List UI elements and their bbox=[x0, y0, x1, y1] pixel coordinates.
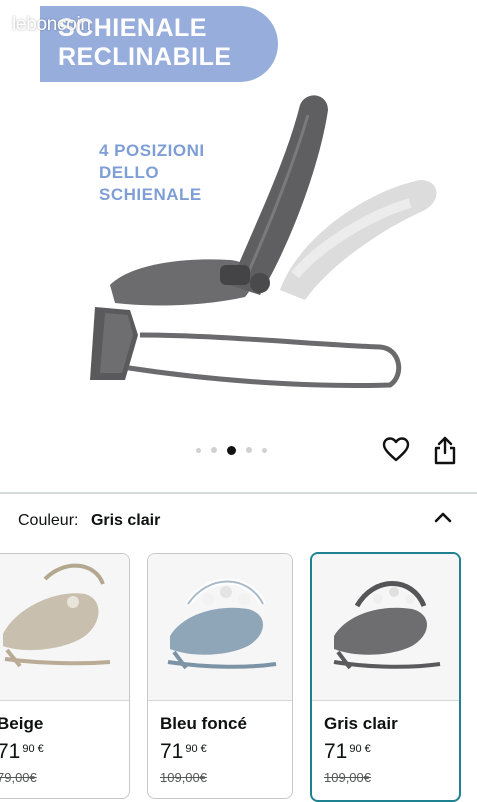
bouncer-thumbnail bbox=[3, 563, 111, 668]
card-separator bbox=[0, 700, 129, 701]
variant-card-beige[interactable]: Beige 7190 € 79,00€ bbox=[0, 553, 130, 799]
price-integer: 71 bbox=[324, 740, 348, 763]
color-selector-header[interactable]: Couleur: Gris clair bbox=[18, 512, 160, 530]
variant-old-price: 109,00€ bbox=[160, 770, 207, 785]
variant-image bbox=[312, 554, 459, 700]
carousel-dot[interactable] bbox=[262, 447, 267, 453]
variant-image bbox=[148, 554, 292, 700]
carousel-dot[interactable] bbox=[211, 447, 217, 453]
chevron-up-icon[interactable] bbox=[432, 508, 454, 526]
variant-old-price: 79,00€ bbox=[0, 770, 37, 785]
bouncer-illustration bbox=[90, 95, 437, 388]
variant-price: 7190 € bbox=[0, 740, 44, 764]
card-separator bbox=[312, 700, 459, 701]
card-separator bbox=[148, 700, 292, 701]
carousel-indicator[interactable] bbox=[196, 445, 267, 455]
price-integer: 71 bbox=[0, 740, 21, 763]
variant-name: Gris clair bbox=[324, 714, 398, 733]
carousel-dot-active[interactable] bbox=[227, 445, 236, 455]
price-integer: 71 bbox=[160, 740, 184, 763]
variant-card-bleu-fonce[interactable]: Bleu foncé 71 90 € 109,00€ bbox=[147, 553, 293, 799]
bouncer-thumbnail bbox=[167, 578, 277, 670]
variant-old-price: 109,00€ bbox=[324, 770, 371, 785]
price-decimal: 90 € bbox=[185, 743, 207, 755]
heart-icon[interactable] bbox=[382, 436, 410, 464]
variant-name: Beige bbox=[0, 714, 44, 733]
bouncer-thumbnail bbox=[333, 581, 441, 670]
color-label: Couleur: bbox=[18, 512, 79, 529]
variant-price: 7190 € bbox=[324, 740, 371, 764]
price-decimal: 90 € bbox=[349, 743, 371, 755]
variant-name: Bleu foncé bbox=[160, 714, 247, 733]
variant-card-gris-clair[interactable]: Gris clair 71 90 € 109,00€ bbox=[310, 552, 461, 802]
share-icon[interactable] bbox=[431, 435, 459, 465]
variant-image bbox=[0, 554, 129, 700]
variant-price: 7190 € bbox=[160, 740, 207, 764]
section-divider bbox=[0, 492, 477, 494]
leboncoin-watermark: leboncoin bbox=[12, 14, 91, 35]
color-value: Gris clair bbox=[90, 512, 161, 529]
carousel-dot[interactable] bbox=[196, 447, 201, 453]
price-decimal: 90 € bbox=[22, 743, 44, 755]
banner-title-line2: RECLINABILE bbox=[58, 43, 232, 71]
product-image[interactable]: leboncoin SCHIENALE RECLINABILE 4 POSIZI… bbox=[0, 0, 477, 488]
carousel-dot[interactable] bbox=[246, 447, 252, 453]
